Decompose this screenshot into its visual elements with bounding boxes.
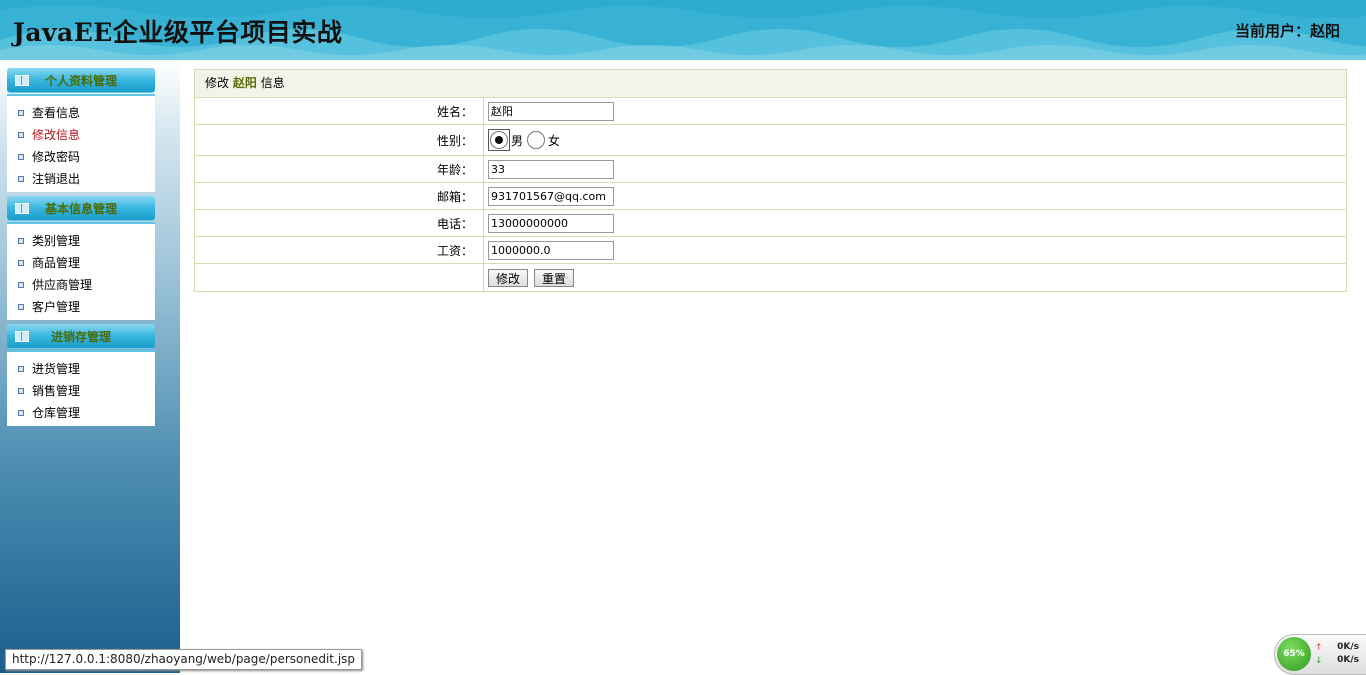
download-speed: 0K/s xyxy=(1337,655,1359,665)
sidebar-item-label: 销售管理 xyxy=(32,384,81,398)
gender-male-label: 男 xyxy=(511,133,524,148)
gender-female-label: 女 xyxy=(548,133,561,148)
menu-header-basic[interactable]: 基本信息管理 xyxy=(7,196,155,220)
sidebar-item-category[interactable]: 类别管理 xyxy=(7,230,155,252)
menu-header-inventory[interactable]: 进销存管理 xyxy=(7,324,155,348)
menu-body: 进货管理 销售管理 仓库管理 xyxy=(7,350,155,426)
bullet-icon xyxy=(18,153,24,160)
sidebar-item-label: 客户管理 xyxy=(32,300,81,314)
form-row-salary: 工资： xyxy=(195,237,1346,264)
gender-female-radio[interactable] xyxy=(527,131,546,149)
sidebar: 个人资料管理 查看信息 修改信息 修改密码 注销退出 基本信息管理 类别管理 商… xyxy=(0,60,180,673)
upload-speed: 0K/s xyxy=(1337,642,1359,652)
sidebar-item-sales[interactable]: 销售管理 xyxy=(7,380,155,402)
bullet-icon xyxy=(18,175,24,182)
bullet-icon xyxy=(18,281,24,288)
sidebar-item-customer[interactable]: 客户管理 xyxy=(7,296,155,318)
reset-button[interactable]: 重置 xyxy=(534,268,575,287)
salary-label: 工资： xyxy=(195,237,484,263)
bullet-icon xyxy=(18,237,24,244)
sidebar-item-view-info[interactable]: 查看信息 xyxy=(7,102,155,124)
current-user: 当前用户：赵阳 xyxy=(1234,22,1340,40)
email-field[interactable] xyxy=(488,186,614,206)
sidebar-item-product[interactable]: 商品管理 xyxy=(7,252,155,274)
bullet-icon xyxy=(18,365,24,372)
email-label: 邮箱： xyxy=(195,183,484,209)
name-label: 姓名： xyxy=(195,98,484,124)
age-label: 年龄： xyxy=(195,156,484,182)
sidebar-item-label: 查看信息 xyxy=(32,106,81,120)
gender-male-radio-wrap xyxy=(488,129,510,151)
phone-field[interactable] xyxy=(488,213,614,233)
menu-title: 基本信息管理 xyxy=(44,202,117,216)
bullet-icon xyxy=(18,409,24,416)
sidebar-item-label: 注销退出 xyxy=(32,172,81,186)
edit-form-panel: 修改 赵阳 信息 姓名： 性别： 男 女 年龄： 邮箱： 电话： 工资： 修改 xyxy=(194,69,1347,292)
menu-body: 类别管理 商品管理 供应商管理 客户管理 xyxy=(7,222,155,320)
name-field[interactable] xyxy=(488,101,614,121)
heading-suffix: 信息 xyxy=(260,76,285,90)
form-row-phone: 电话： xyxy=(195,210,1346,237)
menu-header-profile[interactable]: 个人资料管理 xyxy=(7,68,155,92)
bullet-icon xyxy=(18,131,24,138)
salary-field[interactable] xyxy=(488,240,614,260)
heading-user-name: 赵阳 xyxy=(232,76,257,90)
sidebar-item-label: 进货管理 xyxy=(32,362,81,376)
submit-button[interactable]: 修改 xyxy=(488,268,529,287)
sidebar-item-logout[interactable]: 注销退出 xyxy=(7,168,155,190)
phone-label: 电话： xyxy=(195,210,484,236)
app-title: JavaEE企业级平台项目实战 xyxy=(13,18,343,47)
status-url: http://127.0.0.1:8080/zhaoyang/web/page/… xyxy=(5,649,363,670)
form-row-name: 姓名： xyxy=(195,98,1346,125)
form-row-email: 邮箱： xyxy=(195,183,1346,210)
sidebar-item-label: 仓库管理 xyxy=(32,406,81,420)
sidebar-item-label: 修改密码 xyxy=(32,150,81,164)
menu-group-inventory: 进销存管理 进货管理 销售管理 仓库管理 xyxy=(7,324,155,426)
menu-body: 查看信息 修改信息 修改密码 注销退出 xyxy=(7,94,155,192)
sidebar-item-edit-info[interactable]: 修改信息 xyxy=(7,124,155,146)
form-row-age: 年龄： xyxy=(195,156,1346,183)
sidebar-item-label: 修改信息 xyxy=(32,128,81,142)
menu-group-profile: 个人资料管理 查看信息 修改信息 修改密码 注销退出 xyxy=(7,68,155,192)
age-field[interactable] xyxy=(488,159,614,179)
bullet-icon xyxy=(18,387,24,394)
page-header: JavaEE企业级平台项目实战 当前用户：赵阳 xyxy=(0,0,1366,60)
menu-title: 进销存管理 xyxy=(50,330,111,344)
form-row-gender: 性别： 男 女 xyxy=(195,125,1346,156)
bullet-icon xyxy=(18,109,24,116)
bullet-icon xyxy=(18,303,24,310)
actions-label-cell xyxy=(195,264,484,291)
sidebar-item-label: 商品管理 xyxy=(32,256,81,270)
sidebar-item-supplier[interactable]: 供应商管理 xyxy=(7,274,155,296)
heading-prefix: 修改 xyxy=(205,76,230,90)
network-monitor[interactable]: 65% ↑ 0K/s ↓ 0K/s xyxy=(1274,634,1366,675)
menu-group-basic: 基本信息管理 类别管理 商品管理 供应商管理 客户管理 xyxy=(7,196,155,320)
sidebar-item-label: 供应商管理 xyxy=(32,278,93,292)
gender-label: 性别： xyxy=(195,125,484,155)
form-row-actions: 修改 重置 xyxy=(195,264,1346,291)
gender-male-radio[interactable] xyxy=(490,131,508,149)
sidebar-item-change-password[interactable]: 修改密码 xyxy=(7,146,155,168)
memory-gauge: 65% xyxy=(1277,637,1311,671)
menu-title: 个人资料管理 xyxy=(44,74,117,88)
bullet-icon xyxy=(18,259,24,266)
gender-female-radio-wrap xyxy=(525,129,547,151)
sidebar-item-purchase[interactable]: 进货管理 xyxy=(7,358,155,380)
sidebar-item-warehouse[interactable]: 仓库管理 xyxy=(7,402,155,424)
form-heading: 修改 赵阳 信息 xyxy=(195,70,1346,98)
sidebar-item-label: 类别管理 xyxy=(32,234,81,248)
